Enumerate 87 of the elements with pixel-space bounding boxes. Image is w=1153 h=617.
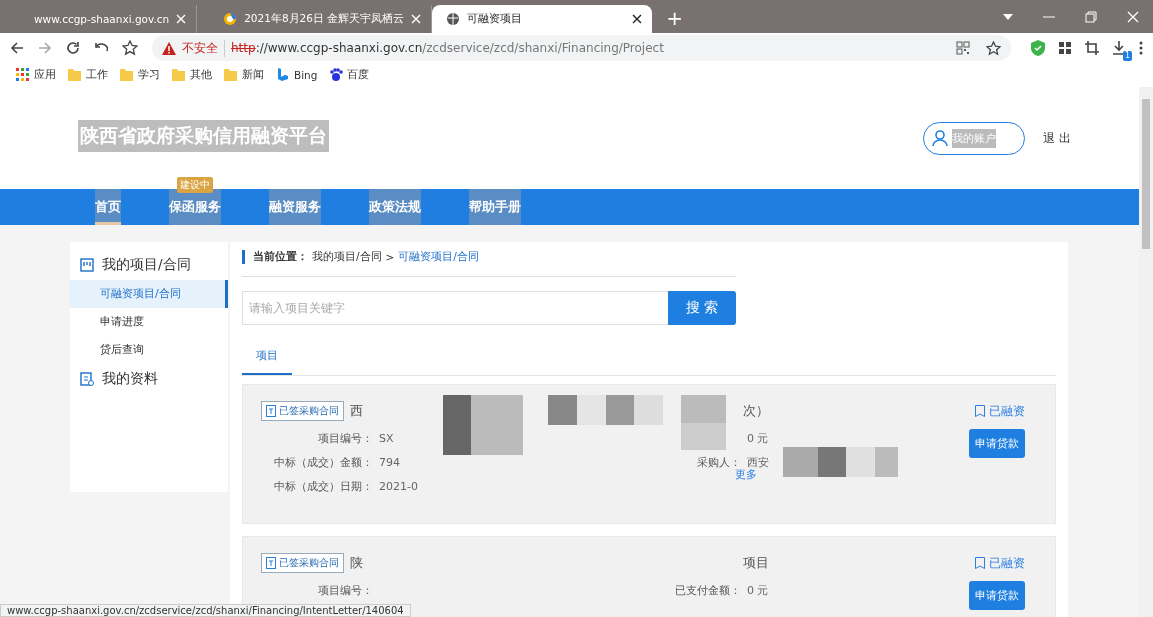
paw-icon xyxy=(329,68,344,82)
bookmark-item[interactable]: 百度 xyxy=(329,68,370,82)
contract-tag: 已签采购合同 xyxy=(261,401,344,421)
breadcrumb-label: 当前位置： xyxy=(253,250,308,264)
url-text: http://www.ccgp-shaanxi.gov.cn/zcdservice/zcd/shanxi/Financing/Project xyxy=(231,41,664,55)
status-badge: 建设中 xyxy=(177,177,213,193)
tab-title: 2021年8月26日 金辉天宇凤栖云 xyxy=(244,12,405,26)
search-field[interactable]: 请输入项目关键字 xyxy=(242,291,668,325)
browser-tab[interactable]: 可融资项目 xyxy=(432,5,653,33)
breadcrumb-link[interactable]: 我的项目/合同 xyxy=(312,250,382,264)
bookmark-item[interactable]: Bing xyxy=(276,68,318,82)
document-icon xyxy=(80,372,94,386)
content-tab[interactable]: 项目 xyxy=(242,339,292,375)
status-bar-url: www.ccgp-shaanxi.gov.cn/zcdservice/zcd/shanxi/Financing/IntentLetter/140604 xyxy=(0,604,411,617)
bookmark-icon xyxy=(975,557,985,569)
reload-icon[interactable] xyxy=(66,41,80,55)
field-label: 中标（成交）金额： xyxy=(273,454,373,470)
field-value: 2021-0 xyxy=(378,479,418,493)
pixelated-redaction xyxy=(681,395,726,450)
board-icon xyxy=(80,258,94,272)
shield-icon[interactable] xyxy=(1031,40,1045,56)
browser-tab[interactable]: www.ccgp-shaanxi.gov.cn xyxy=(8,5,198,33)
sidebar-item[interactable]: 可融资项目/合同 xyxy=(70,280,228,308)
close-icon[interactable] xyxy=(632,14,643,24)
field-value: 西安 xyxy=(746,454,769,469)
project-title-end: 次） xyxy=(743,402,769,420)
apply-loan-button[interactable]: 申请贷款 xyxy=(969,429,1025,458)
field-value: 0 元 xyxy=(746,582,769,598)
folder-icon xyxy=(224,68,238,82)
breadcrumb-current: 可融资项目/合同 xyxy=(398,250,479,264)
bookmark-item[interactable]: 学习 xyxy=(120,68,160,82)
star-icon[interactable] xyxy=(986,40,1001,56)
financed-status: 已融资 xyxy=(975,555,1025,571)
site-icon xyxy=(223,12,238,26)
sidebar-group[interactable]: 我的资料 xyxy=(70,364,228,394)
folder-icon xyxy=(172,68,186,82)
field-value: 794 xyxy=(378,455,400,469)
restore-icon[interactable] xyxy=(1085,10,1097,23)
folder-icon xyxy=(68,68,82,82)
dropdown-icon[interactable] xyxy=(1003,13,1013,20)
financed-status: 已融资 xyxy=(975,403,1025,419)
address-bar[interactable]: 不安全 http://www.ccgp-shaanxi.gov.cn/zcdservice/zcd/shanxi/Financing/Project xyxy=(152,35,1011,61)
bookmark-item[interactable]: 其他 xyxy=(172,68,212,82)
contract-tag: 已签采购合同 xyxy=(261,553,344,573)
more-icon[interactable] xyxy=(1139,41,1143,55)
project-title-end: 项目 xyxy=(743,554,769,572)
back-icon[interactable] xyxy=(10,41,24,55)
apply-loan-button[interactable]: 申请贷款 xyxy=(969,581,1025,610)
site-logo-title: 陕西省政府采购信用融资平台 xyxy=(78,119,329,152)
download-icon[interactable] xyxy=(1113,41,1125,55)
security-warning: 不安全 xyxy=(182,39,225,57)
warning-icon xyxy=(162,41,176,55)
new-tab-button[interactable]: + xyxy=(652,5,698,33)
bookmark-item[interactable]: 新闻 xyxy=(224,68,264,82)
breadcrumb-separator: > xyxy=(385,251,395,263)
b-logo-icon xyxy=(276,68,290,82)
search-button[interactable]: 搜 索 xyxy=(668,291,736,325)
field-label: 采购人： xyxy=(696,454,741,469)
star-icon[interactable] xyxy=(122,40,138,56)
project-title: 陕 xyxy=(350,554,363,572)
download-count-badge: 1 xyxy=(1122,51,1132,61)
tab-title: 可融资项目 xyxy=(467,12,524,26)
field-label: 中标（成交）日期： xyxy=(273,478,373,494)
crop-icon[interactable] xyxy=(1085,41,1099,55)
sidebar-item[interactable]: 申请进度 xyxy=(70,308,228,336)
field-label: 项目编号： xyxy=(317,582,373,598)
contract-icon xyxy=(266,557,276,569)
globe-icon xyxy=(446,12,461,26)
field-value: SX xyxy=(378,431,394,445)
apps-icon xyxy=(16,68,30,82)
logout-link[interactable]: 退 出 xyxy=(1043,129,1071,147)
contract-icon xyxy=(266,405,276,417)
folder-icon xyxy=(120,68,134,82)
user-icon xyxy=(932,130,949,146)
qr-code-icon[interactable] xyxy=(956,40,970,56)
project-title: 西 xyxy=(350,402,363,420)
more-link[interactable]: 更多 xyxy=(661,467,921,482)
sidebar-group[interactable]: 我的项目/合同 xyxy=(70,250,228,280)
field-value: 0 元 xyxy=(746,430,769,446)
bookmark-item[interactable]: 应用 xyxy=(16,68,56,82)
tab-title: www.ccgp-shaanxi.gov.cn xyxy=(34,13,170,25)
bookmark-icon xyxy=(975,405,985,417)
field-label: 已支付金额： xyxy=(674,582,741,598)
bookmark-item[interactable]: 工作 xyxy=(68,68,108,82)
grid-icon[interactable] xyxy=(1059,42,1071,54)
field-label: 项目编号： xyxy=(317,430,373,446)
sidebar-item[interactable]: 贷后查询 xyxy=(70,336,228,364)
